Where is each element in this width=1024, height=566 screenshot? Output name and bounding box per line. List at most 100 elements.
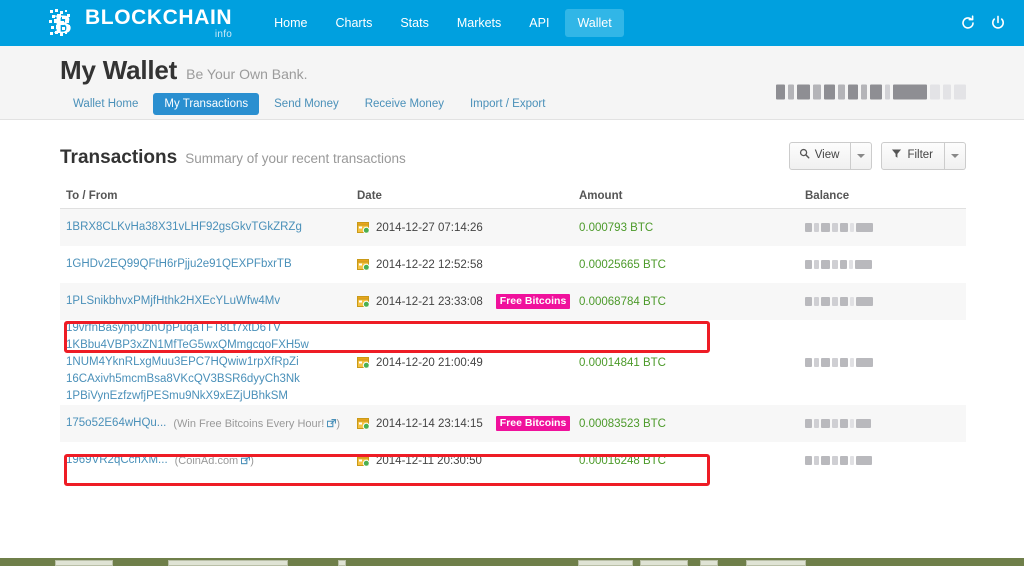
filter-dropdown-toggle[interactable]: [945, 142, 966, 170]
view-dropdown-toggle[interactable]: [851, 142, 873, 170]
transactions-summary: Summary of your recent transactions: [185, 150, 406, 166]
calendar-icon: [357, 295, 370, 308]
address-link[interactable]: 175o52E64wHQu...: [66, 415, 166, 432]
row-date: 2014-12-22 12:52:58: [357, 258, 579, 271]
row-addresses: 1BRX8CLKvHa38X31vLHF92gsGkvTGkZRZg: [60, 219, 357, 236]
main-navigation-bar: B BLOCKCHAIN info Home Charts Stats Mark…: [0, 0, 1024, 46]
row-date: 2014-12-20 21:00:49: [357, 356, 579, 369]
row-balance-redacted: [805, 223, 965, 232]
external-link-icon[interactable]: [327, 418, 337, 428]
power-icon[interactable]: [990, 15, 1006, 31]
transactions-table: To / From Date Amount Balance 1BRX8CLKvH…: [60, 190, 966, 479]
refresh-icon[interactable]: [960, 15, 976, 31]
subnav-wallet-home[interactable]: Wallet Home: [62, 93, 149, 115]
date-text: 2014-12-14 23:14:15: [376, 417, 483, 430]
search-icon: [799, 148, 810, 163]
date-text: 2014-12-11 20:30:50: [376, 454, 482, 467]
date-text: 2014-12-20 21:00:49: [376, 356, 483, 369]
row-amount: 0.00083523 BTC: [579, 417, 666, 430]
table-row[interactable]: 1PLSnikbhvxPMjfHthk2HXEcYLuWfw4Mv 2014-1…: [60, 283, 966, 320]
column-header-date: Date: [357, 190, 382, 202]
row-addresses: 175o52E64wHQu... (Win Free Bitcoins Ever…: [60, 415, 357, 432]
svg-text:B: B: [54, 10, 71, 39]
table-row[interactable]: 1BRX8CLKvHa38X31vLHF92gsGkvTGkZRZg 2014-…: [60, 209, 966, 246]
subnav-receive-money[interactable]: Receive Money: [354, 93, 455, 115]
brand-subtitle: info: [214, 28, 233, 40]
table-row[interactable]: 1969VR2qCchXM... (CoinAd.com) 2014-12-11…: [60, 442, 966, 479]
row-amount: 0.00025665 BTC: [579, 258, 666, 271]
filter-button-label: Filter: [907, 148, 933, 161]
nav-item-home[interactable]: Home: [262, 9, 319, 37]
nav-item-api[interactable]: API: [517, 9, 561, 37]
address-link[interactable]: 1PLSnikbhvxPMjfHthk2HXEcYLuWfw4Mv: [66, 293, 357, 310]
funnel-icon: [891, 148, 902, 163]
nav-item-charts[interactable]: Charts: [324, 9, 385, 37]
row-note: (CoinAd.com): [175, 455, 254, 467]
status-badge: Free Bitcoins: [495, 293, 571, 310]
main-menu: Home Charts Stats Markets API Wallet: [262, 0, 628, 46]
row-balance-redacted: [805, 358, 965, 367]
transactions-heading: Transactions: [60, 147, 178, 168]
chevron-down-icon: [951, 153, 959, 158]
page-title: My Wallet: [60, 55, 178, 85]
transactions-header: Transactions Summary of your recent tran…: [60, 138, 966, 178]
date-text: 2014-12-22 12:52:58: [376, 258, 483, 271]
row-date: 2014-12-14 23:14:15 Free Bitcoins: [357, 415, 579, 432]
view-button-label: View: [814, 148, 840, 161]
table-row[interactable]: 1GHDv2EQ99QFtH6rPjju2e91QEXPFbxrTB 2014-…: [60, 246, 966, 283]
nav-item-markets[interactable]: Markets: [445, 9, 513, 37]
calendar-icon: [357, 356, 370, 369]
row-amount: 0.00068784 BTC: [579, 295, 666, 308]
top-right-controls: [960, 0, 1006, 46]
address-link[interactable]: 1GHDv2EQ99QFtH6rPjju2e91QEXPFbxrTB: [66, 256, 357, 273]
page-tagline: Be Your Own Bank.: [186, 66, 308, 82]
brand-text: BLOCKCHAIN info: [85, 7, 232, 40]
subnav-import-export[interactable]: Import / Export: [459, 93, 556, 115]
row-date: 2014-12-27 07:14:26: [357, 221, 579, 234]
wallet-balance-redacted: [776, 84, 966, 100]
nav-item-stats[interactable]: Stats: [388, 9, 441, 37]
status-badge: Free Bitcoins: [495, 415, 571, 432]
subnav-send-money[interactable]: Send Money: [263, 93, 350, 115]
address-link[interactable]: 16CAxivh5mcmBsa8VKcQV3BSR6dyyCh3Nk: [66, 371, 357, 388]
row-date: 2014-12-21 23:33:08 Free Bitcoins: [357, 293, 579, 310]
filter-button[interactable]: Filter: [881, 142, 945, 170]
column-header-balance: Balance: [805, 190, 850, 202]
table-row[interactable]: 19vrfnBasyhpUbnUpPuqaTFT8Lt7xtD6TV 1KBbu…: [60, 320, 966, 405]
address-link[interactable]: 19vrfnBasyhpUbnUpPuqaTFT8Lt7xtD6TV: [66, 320, 357, 337]
calendar-icon: [357, 258, 370, 271]
blockchain-logo-icon: B: [47, 8, 77, 40]
date-text: 2014-12-21 23:33:08: [376, 295, 483, 308]
row-balance-redacted: [805, 260, 965, 269]
row-addresses: 19vrfnBasyhpUbnUpPuqaTFT8Lt7xtD6TV 1KBbu…: [60, 320, 357, 405]
address-link[interactable]: 1NUM4YknRLxgMuu3EPC7HQwiw1rpXfRpZi: [66, 354, 357, 371]
date-text: 2014-12-27 07:14:26: [376, 221, 483, 234]
page-root: B BLOCKCHAIN info Home Charts Stats Mark…: [0, 0, 1024, 566]
address-link[interactable]: 1BRX8CLKvHa38X31vLHF92gsGkvTGkZRZg: [66, 219, 357, 236]
table-row[interactable]: 175o52E64wHQu... (Win Free Bitcoins Ever…: [60, 405, 966, 442]
chevron-down-icon: [857, 153, 866, 158]
filter-split-button: Filter: [881, 142, 966, 170]
column-header-amount: Amount: [579, 190, 623, 202]
row-amount: 0.00016248 BTC: [579, 454, 666, 467]
column-header-to-from: To / From: [66, 190, 118, 202]
brand-name: BLOCKCHAIN: [85, 5, 233, 29]
subnav-my-transactions[interactable]: My Transactions: [153, 93, 260, 115]
address-link[interactable]: 1PBiVynEzfzwfjPESmu9NkX9xEZjUBhkSM: [66, 388, 357, 405]
row-balance-redacted: [805, 419, 965, 428]
row-amount: 0.000793 BTC: [579, 221, 654, 234]
table-action-buttons: View Filter: [788, 142, 966, 170]
transactions-panel: Transactions Summary of your recent tran…: [0, 120, 1024, 486]
row-note: (Win Free Bitcoins Every Hour!): [173, 418, 340, 430]
nav-item-wallet[interactable]: Wallet: [565, 9, 624, 37]
external-link-icon[interactable]: [241, 455, 251, 465]
row-addresses: 1PLSnikbhvxPMjfHthk2HXEcYLuWfw4Mv: [60, 293, 357, 310]
view-split-button: View: [788, 142, 873, 170]
view-button[interactable]: View: [788, 142, 852, 170]
row-note-tail: ): [336, 417, 341, 430]
row-note-tail: ): [250, 454, 254, 467]
address-link[interactable]: 1969VR2qCchXM...: [66, 452, 168, 469]
page-title-group: My Wallet Be Your Own Bank.: [60, 55, 308, 86]
address-link[interactable]: 1KBbu4VBP3xZN1MfTeG5wxQMmgcqoFXH5w: [66, 337, 357, 354]
brand-logo[interactable]: B BLOCKCHAIN info: [47, 7, 232, 40]
